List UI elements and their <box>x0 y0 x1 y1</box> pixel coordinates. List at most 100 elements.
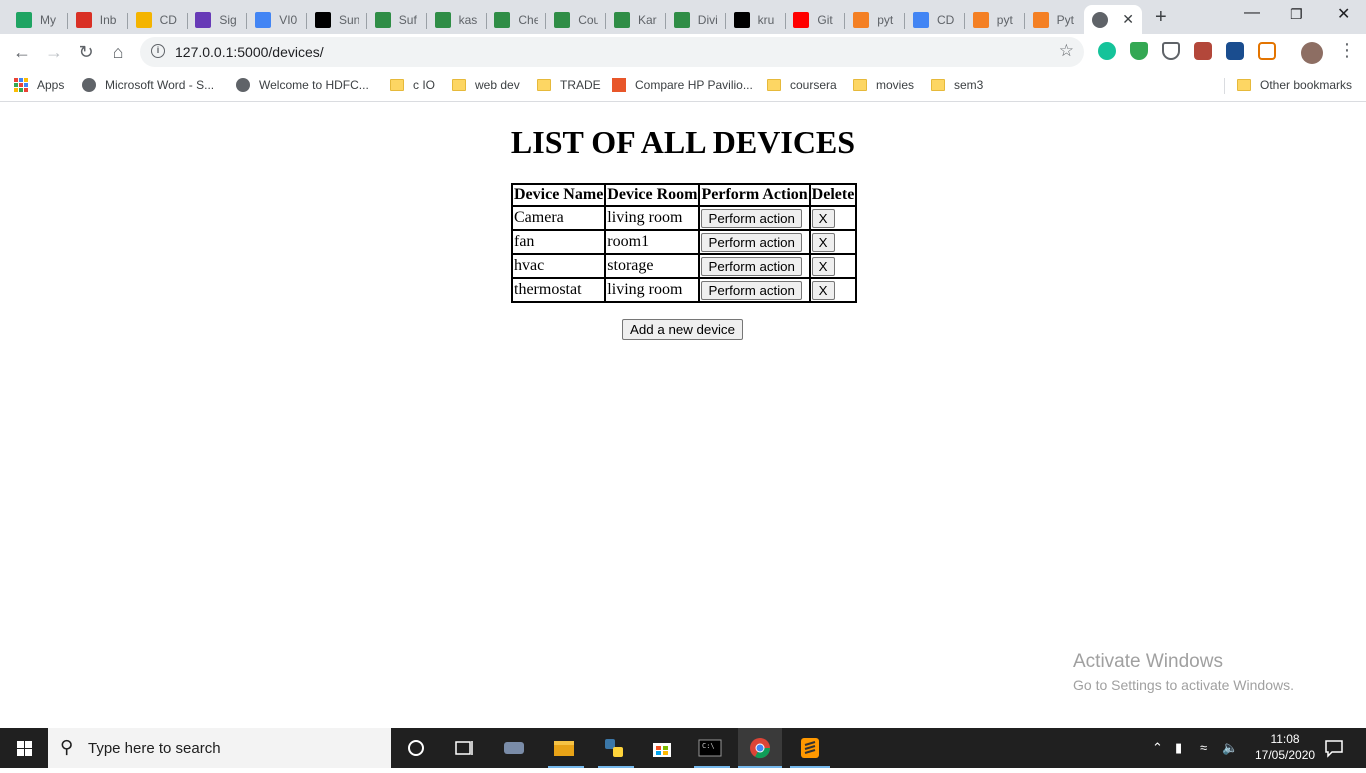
tab-label: CD <box>937 12 955 27</box>
perform-action-button[interactable]: Perform action <box>701 256 802 276</box>
tab-14[interactable]: pyt <box>845 5 906 34</box>
svg-text:C:\: C:\ <box>702 742 715 750</box>
bookmark-label: web dev <box>475 78 520 92</box>
perform-action-button[interactable]: Perform action <box>701 232 802 252</box>
tab-2[interactable]: CD <box>128 5 188 34</box>
file-explorer-icon[interactable] <box>552 736 576 760</box>
back-icon[interactable]: ← <box>10 41 34 63</box>
device-name-cell: hvac <box>512 254 606 278</box>
pocket-icon[interactable] <box>1162 42 1180 60</box>
other-bookmarks[interactable]: Other bookmarks <box>1237 78 1352 92</box>
bookmark-0[interactable]: Apps <box>14 78 64 92</box>
reload-icon[interactable]: ↻ <box>74 41 98 63</box>
tab-15[interactable]: CD <box>905 5 965 34</box>
perform-action-button[interactable]: Perform action <box>701 280 802 300</box>
folder-icon <box>1237 79 1251 91</box>
youtube-icon <box>793 11 810 28</box>
address-bar[interactable]: i 127.0.0.1:5000/devices/ ☆ <box>140 37 1084 67</box>
docs-icon <box>255 11 272 28</box>
bookmark-star-icon[interactable]: ☆ <box>1059 41 1074 61</box>
table-row: Camera living room Perform action X <box>512 206 857 230</box>
delete-cell: X <box>809 254 857 278</box>
delete-button[interactable]: X <box>811 256 835 276</box>
wifi-icon[interactable]: ≈ <box>1200 740 1207 755</box>
bookmark-label: c IO <box>413 78 436 92</box>
close-tab-icon[interactable]: ✕ <box>1122 11 1134 28</box>
delete-button[interactable]: X <box>811 232 835 252</box>
add-device-button[interactable]: Add a new device <box>622 319 743 340</box>
tab-8[interactable]: Che <box>486 5 547 34</box>
start-button[interactable] <box>0 728 48 768</box>
tray-chevron-icon[interactable]: ⌃ <box>1152 740 1163 756</box>
python-icon[interactable] <box>602 736 626 760</box>
menu-icon[interactable]: ⋮ <box>1338 40 1356 61</box>
tab-label: Pyt <box>1056 12 1074 27</box>
bookmark-2[interactable]: Welcome to HDFC... <box>236 78 369 92</box>
bookmark-1[interactable]: Microsoft Word - S... <box>82 78 214 92</box>
sublime-icon[interactable] <box>798 736 822 760</box>
delete-button[interactable]: X <box>811 208 835 228</box>
page-title: LIST OF ALL DEVICES <box>510 124 856 160</box>
restore-icon[interactable]: ❐ <box>1290 6 1303 23</box>
tab-13[interactable]: Git <box>785 5 846 34</box>
tab-5[interactable]: Sun <box>307 5 367 34</box>
tab-label: Inb <box>99 12 117 27</box>
bookmark-5[interactable]: TRADE <box>537 78 601 92</box>
clock-date: 17/05/2020 <box>1255 748 1316 762</box>
tab-16[interactable]: pyt <box>965 5 1025 34</box>
grammarly-icon[interactable] <box>1098 42 1116 60</box>
tab-active[interactable]: ✕ <box>1084 5 1142 34</box>
tab-4[interactable]: VI0 <box>247 5 308 34</box>
tab-17[interactable]: Pyt <box>1025 5 1085 34</box>
perform-action-button[interactable]: Perform action <box>701 208 802 228</box>
terminal-icon[interactable]: C:\ <box>698 736 722 760</box>
tab-0[interactable]: My <box>8 5 68 34</box>
hackerrank-icon <box>315 11 331 28</box>
tab-3[interactable]: Sig <box>187 5 248 34</box>
minimize-icon[interactable]: — <box>1244 4 1260 22</box>
header-device-name: Device Name <box>512 184 606 206</box>
tab-11[interactable]: Divi <box>666 5 726 34</box>
windows-logo-icon <box>17 741 32 756</box>
bookmark-4[interactable]: web dev <box>452 78 520 92</box>
tab-12[interactable]: kru <box>726 5 786 34</box>
volume-icon[interactable]: 🔈 <box>1222 740 1238 756</box>
home-icon[interactable]: ⌂ <box>106 41 130 63</box>
slides-icon <box>135 11 152 28</box>
bookmark-8[interactable]: movies <box>853 78 914 92</box>
new-tab-icon[interactable]: + <box>1155 6 1167 29</box>
taskbar-clock[interactable]: 11:08 17/05/2020 <box>1255 731 1315 763</box>
tab-1[interactable]: Inb <box>68 5 128 34</box>
bookmark-6[interactable]: Compare HP Pavilio... <box>612 78 753 92</box>
taskbar-search[interactable]: ⚲ Type here to search <box>48 728 391 768</box>
bookmark-3[interactable]: c IO <box>390 78 435 92</box>
close-window-icon[interactable]: ✕ <box>1337 4 1350 24</box>
forward-icon[interactable]: → <box>42 41 66 63</box>
shield-icon[interactable] <box>1130 42 1148 60</box>
cortana-icon[interactable] <box>404 736 428 760</box>
pdf-icon[interactable] <box>1194 42 1212 60</box>
gfg-icon <box>554 11 571 28</box>
notifications-icon[interactable] <box>1322 736 1346 760</box>
tab-6[interactable]: Suf <box>367 5 427 34</box>
tab-9[interactable]: Cou <box>546 5 607 34</box>
bookmark-7[interactable]: coursera <box>767 78 837 92</box>
screen-ext-icon[interactable] <box>1258 42 1276 60</box>
folder-icon <box>537 79 551 91</box>
gfg-icon <box>614 11 630 28</box>
url-text[interactable]: 127.0.0.1:5000/devices/ <box>175 44 324 60</box>
app-icon[interactable] <box>502 736 526 760</box>
bookmark-9[interactable]: sem3 <box>931 78 983 92</box>
tab-7[interactable]: kas <box>427 5 487 34</box>
device-room-cell: storage <box>605 254 700 278</box>
task-view-icon[interactable] <box>452 736 476 760</box>
battery-icon[interactable]: ▮ <box>1175 740 1182 756</box>
chrome-icon[interactable] <box>748 736 772 760</box>
profile-avatar[interactable] <box>1301 42 1323 64</box>
delete-button[interactable]: X <box>811 280 835 300</box>
checkbox-ext-icon[interactable] <box>1226 42 1244 60</box>
store-icon[interactable] <box>650 736 674 760</box>
folder-icon <box>853 79 867 91</box>
site-info-icon[interactable]: i <box>151 44 165 58</box>
tab-10[interactable]: Kar <box>606 5 666 34</box>
